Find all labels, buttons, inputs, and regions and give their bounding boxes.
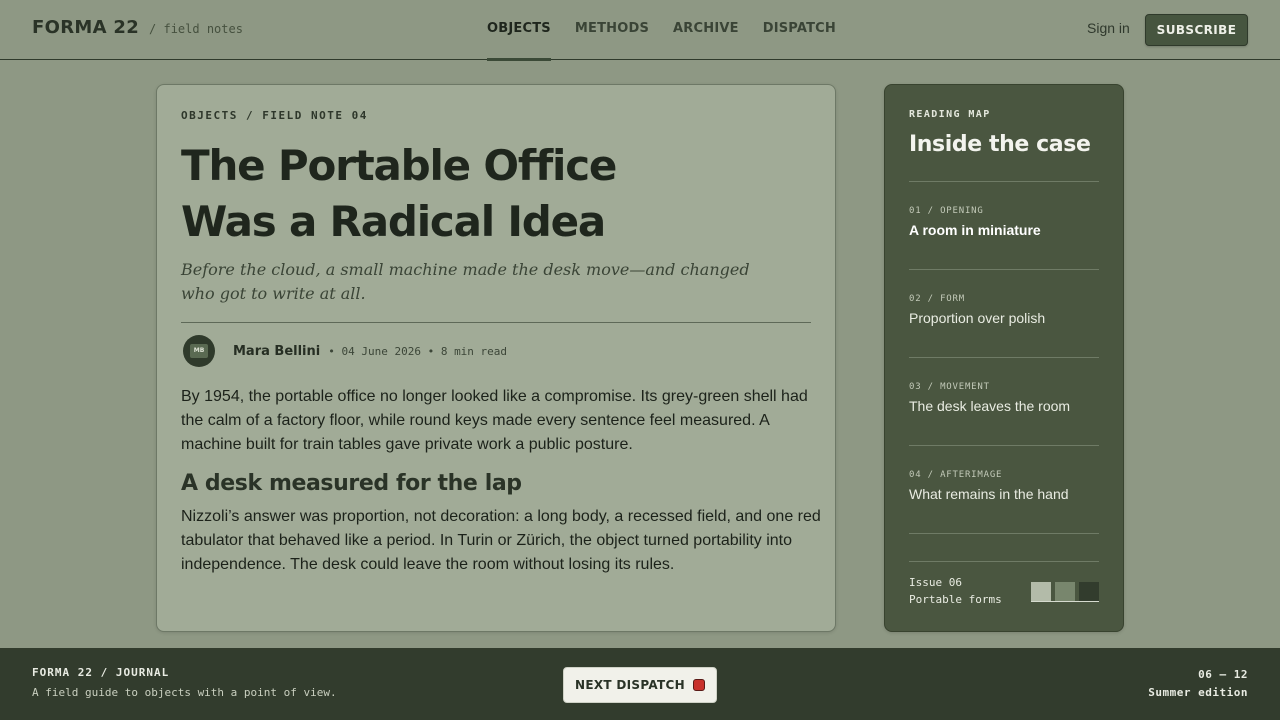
footer-edition: Summer edition — [1148, 686, 1248, 699]
sidebar-kicker: READING MAP — [909, 109, 991, 120]
main-nav: OBJECTS METHODS ARCHIVE DISPATCH — [487, 0, 836, 61]
reading-map-item-label: What remains in the hand — [909, 486, 1069, 502]
avatar[interactable]: MB — [183, 335, 215, 367]
article-paragraph: Nizzoli’s answer was proportion, not dec… — [181, 508, 821, 573]
article-title-line-1: The Portable Office — [181, 141, 617, 190]
reading-map-item-number: 02 / FORM — [909, 294, 965, 304]
footer-brand[interactable]: FORMA 22 / JOURNAL — [32, 666, 169, 679]
article-kicker: OBJECTS / FIELD NOTE 04 — [181, 109, 368, 122]
reading-map-item-label: A room in miniature — [909, 222, 1041, 238]
sidebar-title: Inside the case — [909, 132, 1091, 157]
swatch-light — [1031, 582, 1051, 601]
nav-dispatch[interactable]: DISPATCH — [763, 0, 836, 60]
next-dispatch-label: NEXT DISPATCH — [575, 678, 685, 692]
article-dek: Before the cloud, a small machine made t… — [181, 260, 750, 303]
reading-map-item-label: The desk leaves the room — [909, 398, 1071, 414]
brand-tagline: / field notes — [149, 22, 243, 36]
reading-map-item-movement[interactable]: 03 / MOVEMENT The desk leaves the room — [909, 358, 1099, 445]
article-subheading: A desk measured for the lap — [181, 471, 522, 496]
reading-map-item-opening[interactable]: 01 / OPENING A room in miniature — [909, 182, 1099, 269]
color-swatches — [1031, 582, 1099, 602]
article-meta: • 04 June 2026 • 8 min read — [328, 344, 508, 358]
footer-date-range: 06 — 12 — [1198, 668, 1248, 681]
swatch-dark — [1079, 582, 1099, 601]
brand-logo-text[interactable]: FORMA 22 — [32, 17, 139, 38]
issue-theme: Portable forms — [909, 593, 1002, 606]
issue-text: Issue 06 Portable forms — [909, 574, 1002, 608]
footer-tagline: A field guide to objects with a point of… — [32, 686, 337, 699]
article-title-line-2: Was a Radical Idea — [181, 197, 606, 246]
reading-map-sidebar: READING MAP Inside the case 01 / OPENING… — [884, 84, 1124, 632]
reading-map-item-afterimage[interactable]: 04 / AFTERIMAGE What remains in the hand — [909, 446, 1099, 533]
issue-number: Issue 06 — [909, 576, 962, 589]
article-card: OBJECTS / FIELD NOTE 04 The Portable Off… — [156, 84, 836, 632]
author-name[interactable]: Mara Bellini — [233, 344, 320, 359]
avatar-initials: MB — [190, 344, 208, 358]
footer: FORMA 22 / JOURNAL A field guide to obje… — [0, 648, 1280, 720]
article-title: The Portable Office Was a Radical Idea — [181, 138, 811, 250]
red-key-icon — [692, 679, 705, 691]
subscribe-button[interactable]: SUBSCRIBE — [1145, 14, 1248, 46]
nav-archive[interactable]: ARCHIVE — [673, 0, 739, 60]
byline: MB Mara Bellini • 04 June 2026 • 8 min r… — [181, 335, 811, 367]
brand[interactable]: FORMA 22 / field notes — [32, 17, 243, 38]
issue-info: Issue 06 Portable forms — [909, 561, 1099, 608]
top-navigation-bar: FORMA 22 / field notes OBJECTS METHODS A… — [0, 0, 1280, 61]
next-dispatch-button[interactable]: NEXT DISPATCH — [563, 667, 717, 703]
article-paragraph: By 1954, the portable office no longer l… — [181, 388, 808, 453]
reading-map-item-number: 01 / OPENING — [909, 206, 984, 216]
divider — [909, 533, 1099, 534]
reading-map-item-label: Proportion over polish — [909, 310, 1046, 326]
reading-map-item-form[interactable]: 02 / FORM Proportion over polish — [909, 270, 1099, 357]
nav-methods[interactable]: METHODS — [575, 0, 649, 60]
swatch-mid — [1055, 582, 1075, 601]
sign-in-link[interactable]: Sign in — [1087, 20, 1130, 36]
reading-map-item-number: 04 / AFTERIMAGE — [909, 470, 1003, 480]
reading-map-item-number: 03 / MOVEMENT — [909, 382, 990, 392]
divider — [181, 322, 811, 323]
nav-objects[interactable]: OBJECTS — [487, 0, 551, 61]
